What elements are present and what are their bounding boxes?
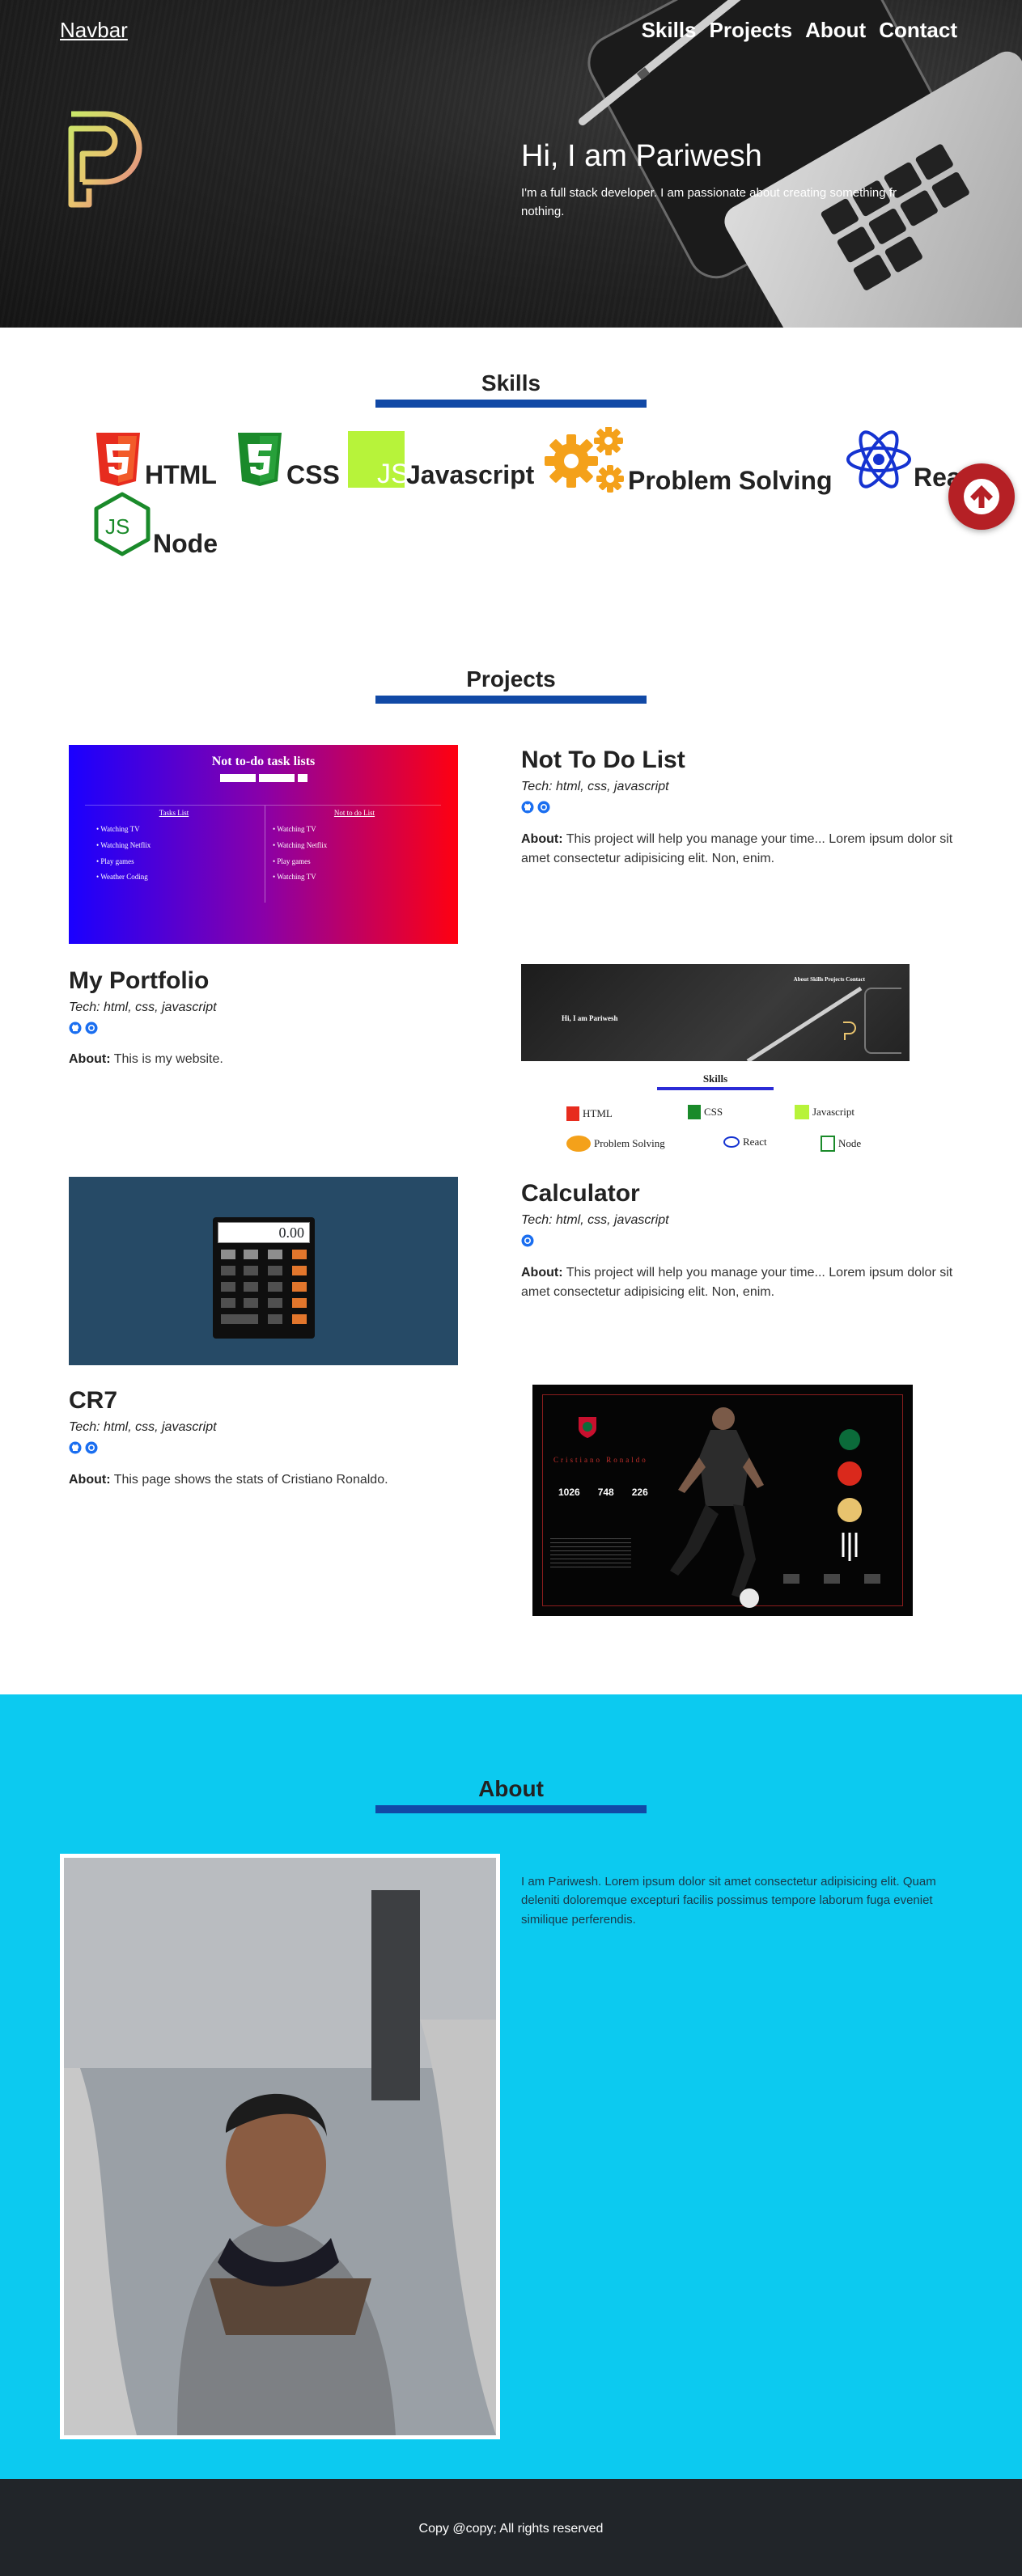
portugal-crest-icon: [579, 1417, 596, 1438]
cr7-player-image: [670, 1407, 764, 1608]
github-icon[interactable]: [521, 801, 534, 814]
project-about-portfolio: About: This is my website.: [69, 1052, 223, 1066]
skills-underline: [375, 400, 647, 408]
skill-problem-solving: Problem Solving: [544, 427, 832, 493]
html5-icon: [96, 433, 140, 486]
about-title: About: [478, 1776, 544, 1801]
hero-subtitle: I'm a full stack developer. I am passion…: [521, 184, 926, 221]
skill-html: HTML: [93, 431, 217, 488]
projects-title: Projects: [466, 666, 556, 692]
chrome-icon[interactable]: [521, 1234, 534, 1247]
svg-text:JS: JS: [377, 459, 405, 488]
cr7-thumb-stats: 1026 748 226: [558, 1487, 648, 1498]
hero-subtitle-line2: nothing.: [521, 204, 565, 218]
project-tech-calculator: Tech: html, css, javascript: [521, 1213, 669, 1227]
nottodo-thumb-list2: • Watching TV • Watching Netflix • Play …: [273, 825, 328, 882]
project-image-cr7[interactable]: Cristiano Ronaldo 1026 748 226: [532, 1385, 913, 1616]
portfolio-thumb-skill-html: HTML: [566, 1106, 613, 1121]
nav-links: Skills Projects About Contact: [642, 18, 957, 43]
navbar-brand[interactable]: Navbar: [60, 18, 128, 43]
svg-text:JS: JS: [105, 514, 129, 539]
project-title-portfolio: My Portfolio: [69, 967, 210, 994]
calculator-keypad: [221, 1250, 307, 1324]
react-icon: [846, 430, 911, 489]
project-image-calculator[interactable]: 0.00: [69, 1177, 458, 1365]
project-links-portfolio: [69, 1022, 98, 1034]
scroll-to-top-button[interactable]: [948, 463, 1015, 530]
hero-subtitle-line1: I'm a full stack developer. I am passion…: [521, 186, 897, 200]
projects-underline: [375, 696, 647, 704]
nav-link-projects[interactable]: Projects: [710, 18, 793, 43]
project-about-cr7: About: This page shows the stats of Cris…: [69, 1473, 388, 1487]
about-text: I am Pariwesh. Lorem ipsum dolor sit ame…: [521, 1875, 936, 1927]
footer-text: Copy @copy; All rights reserved: [418, 2522, 604, 2536]
js-icon: JS: [348, 431, 405, 488]
nottodo-thumb-list1: • Watching TV • Watching Netflix • Play …: [96, 825, 151, 882]
skill-label-javascript: Javascript: [406, 460, 535, 489]
arrow-up-icon: [964, 479, 999, 514]
calculator-display: 0.00: [218, 1222, 310, 1243]
nodejs-icon: JS: [94, 492, 151, 556]
skill-javascript: JS Javascript: [348, 431, 534, 488]
portfolio-thumb-skill-css: CSS: [688, 1105, 723, 1119]
gears-icon: [545, 427, 624, 493]
portfolio-thumb-skill-problem: Problem Solving: [566, 1136, 665, 1152]
project-tech-nottodo: Tech: html, css, javascript: [521, 780, 669, 793]
portfolio-thumb-underline: [657, 1087, 774, 1090]
project-links-nottodo: [521, 801, 550, 814]
skill-label-problem-solving: Problem Solving: [628, 466, 833, 495]
skill-react: React: [846, 429, 959, 490]
skill-label-node: Node: [153, 529, 218, 558]
portfolio-thumb-skill-node: Node: [821, 1136, 861, 1152]
github-icon[interactable]: [69, 1022, 82, 1034]
project-title-calculator: Calculator: [521, 1180, 640, 1207]
profile-photo: [60, 1854, 500, 2439]
portfolio-thumb-hi: Hi, I am Pariwesh: [562, 1014, 618, 1022]
nav-link-contact[interactable]: Contact: [879, 18, 957, 43]
portfolio-thumb-skills-title: Skills: [702, 1072, 728, 1085]
hero-section: Navbar Skills Projects About Contact Hi,…: [0, 0, 1022, 328]
chrome-icon[interactable]: [85, 1441, 98, 1454]
project-tech-portfolio: Tech: html, css, javascript: [69, 1000, 217, 1014]
project-tech-cr7: Tech: html, css, javascript: [69, 1420, 217, 1434]
project-links-calculator: [521, 1234, 534, 1247]
portfolio-thumb-skill-react: React: [723, 1136, 767, 1148]
desk-background-image: [579, 0, 1022, 328]
project-about-nottodo: About: This project will help you manage…: [521, 832, 953, 865]
project-links-cr7: [69, 1441, 98, 1454]
chrome-icon[interactable]: [537, 801, 550, 814]
chrome-icon[interactable]: [85, 1022, 98, 1034]
portfolio-thumb-skill-js: Javascript: [795, 1105, 854, 1119]
nottodo-thumb-col2: Not to do List: [333, 809, 375, 817]
hero-title: Hi, I am Pariwesh: [521, 139, 762, 173]
nottodo-thumb-form: [69, 774, 458, 782]
nottodo-thumb-heading: Not to-do task lists: [211, 755, 316, 768]
nav-link-about[interactable]: About: [805, 18, 866, 43]
nav-link-skills[interactable]: Skills: [642, 18, 697, 43]
github-icon[interactable]: [69, 1441, 82, 1454]
p-logo-icon: [68, 111, 142, 208]
nottodo-thumb-col1: Tasks List: [159, 809, 189, 817]
project-about-calculator: About: This project will help you manage…: [521, 1266, 953, 1299]
css3-icon: [238, 433, 282, 486]
skill-label-css: CSS: [286, 460, 340, 489]
project-title-cr7: CR7: [69, 1387, 118, 1414]
about-underline: [375, 1805, 647, 1813]
project-title-nottodo: Not To Do List: [521, 747, 685, 773]
skill-css: CSS: [235, 431, 340, 488]
project-image-portfolio[interactable]: About Skills Projects Contact Hi, I am P…: [521, 964, 910, 1162]
club-crests-icon: [838, 1429, 862, 1561]
cr7-thumb-name: Cristiano Ronaldo: [553, 1456, 648, 1464]
skills-title: Skills: [481, 370, 541, 395]
project-image-nottodo[interactable]: Not to-do task lists Tasks List • Watchi…: [69, 745, 458, 944]
skill-label-html: HTML: [145, 460, 217, 489]
skill-node: JS Node: [93, 492, 218, 556]
